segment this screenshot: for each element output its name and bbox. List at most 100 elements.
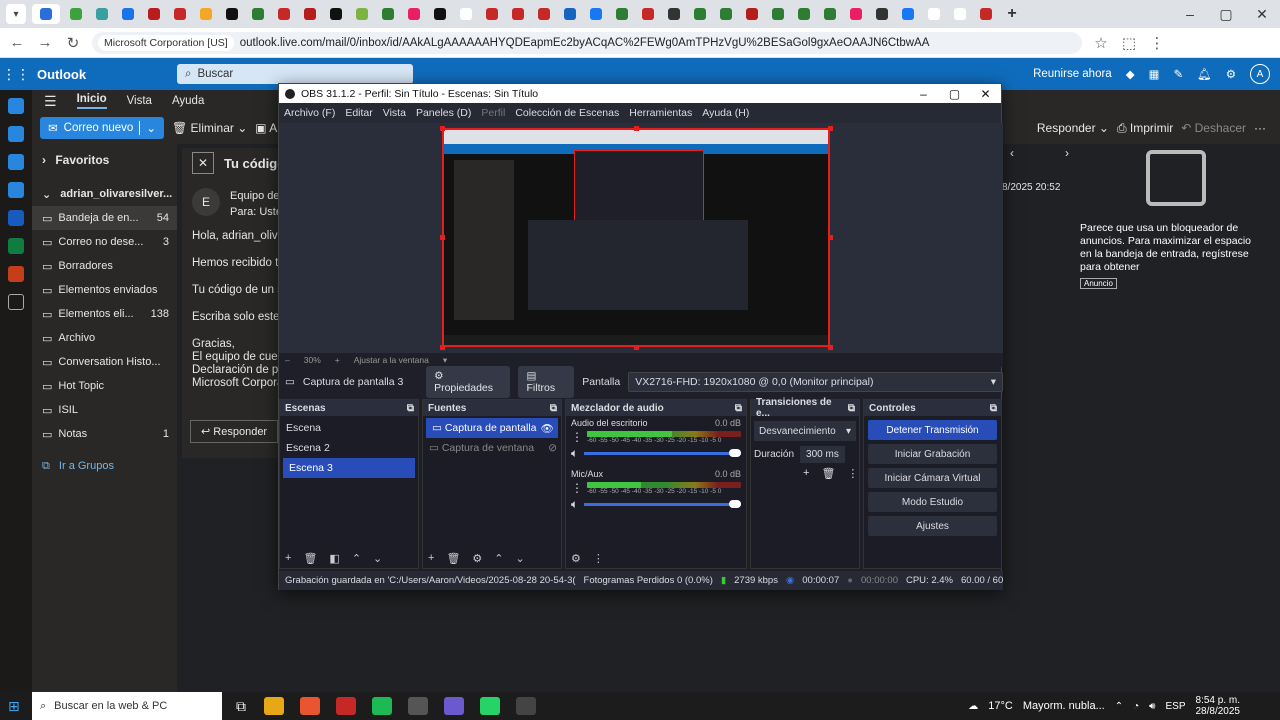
folder-item[interactable]: ▭ Correo no dese... 3 <box>32 230 177 254</box>
more-icon[interactable]: ··· <box>1254 121 1280 135</box>
resize-handle[interactable] <box>828 345 833 350</box>
volume-icon[interactable]: 🔊︎ <box>1149 701 1155 712</box>
compose-icon[interactable]: ✎ <box>1173 67 1183 81</box>
folder-item[interactable]: ▭ Borradores <box>32 254 177 278</box>
extensions-icon[interactable]: ⬚ <box>1120 34 1138 52</box>
obs-menu-item[interactable]: Perfil <box>481 107 505 119</box>
clock[interactable]: 8:54 p. m. 28/8/2025 <box>1196 695 1241 717</box>
browser-tab[interactable] <box>404 4 424 24</box>
undock-icon[interactable]: ⧉ <box>550 403 557 414</box>
undock-icon[interactable]: ⧉ <box>735 403 742 414</box>
reload-icon[interactable]: ↻ <box>64 34 82 52</box>
browser-tab[interactable] <box>430 4 450 24</box>
folder-item[interactable]: ▭ Notas 1 <box>32 422 177 446</box>
mail-icon[interactable] <box>8 98 24 114</box>
browser-tab[interactable] <box>326 4 346 24</box>
more-icon[interactable]: ⋮ <box>571 430 583 444</box>
favorites-header[interactable]: › Favoritos <box>32 148 177 172</box>
browser-tab[interactable] <box>690 4 710 24</box>
new-tab-button[interactable]: + <box>1002 4 1022 24</box>
resize-handle[interactable] <box>828 126 833 131</box>
obs-menu-item[interactable]: Archivo (F) <box>284 107 335 119</box>
browser-tab[interactable] <box>274 4 294 24</box>
trash-icon[interactable]: 🗑︎ <box>821 467 835 480</box>
app-launcher-icon[interactable]: ⋮⋮ <box>0 66 32 83</box>
weather-desc[interactable]: Mayorm. nubla... <box>1023 700 1105 712</box>
gear-icon[interactable]: ⚙ <box>472 552 482 565</box>
delete-button[interactable]: 🗑︎ Eliminar ⌄ <box>172 121 247 135</box>
browser-tab[interactable] <box>742 4 762 24</box>
browser-tab[interactable] <box>118 4 138 24</box>
browser-tab[interactable] <box>248 4 268 24</box>
more-icon[interactable]: ⋮ <box>847 467 858 480</box>
scene-item[interactable]: Escena <box>280 418 418 438</box>
chevron-down-icon[interactable]: ▾ <box>443 355 447 366</box>
resize-handle[interactable] <box>634 126 639 131</box>
filter-icon[interactable]: ◧ <box>329 552 339 565</box>
browser-tab[interactable] <box>508 4 528 24</box>
menu-icon[interactable]: ⋮ <box>1148 34 1166 52</box>
powerpoint-icon[interactable] <box>8 266 24 282</box>
folder-item[interactable]: ▭ ISIL <box>32 398 177 422</box>
browser-tab[interactable] <box>586 4 606 24</box>
zoom-in-icon[interactable]: + <box>335 355 340 365</box>
obs-menu-item[interactable]: Ayuda (H) <box>702 107 749 119</box>
word-icon[interactable] <box>8 210 24 226</box>
close-icon[interactable]: ✕ <box>192 152 214 174</box>
todo-icon[interactable] <box>8 182 24 198</box>
browser-tab[interactable] <box>144 4 164 24</box>
zoom-out-icon[interactable]: – <box>285 355 290 365</box>
browser-tab[interactable] <box>378 4 398 24</box>
browser-tab[interactable] <box>456 4 476 24</box>
site-info-chip[interactable]: Microsoft Corporation [US] <box>98 34 234 51</box>
resize-handle[interactable] <box>440 235 445 240</box>
down-icon[interactable]: ⌄ <box>516 552 525 565</box>
browser-tab[interactable] <box>950 4 970 24</box>
chevron-down-icon[interactable]: ⌄ <box>139 121 156 135</box>
taskbar-app-icon[interactable] <box>264 697 284 715</box>
browser-tab[interactable] <box>222 4 242 24</box>
folder-item[interactable]: ▭ Elementos enviados <box>32 278 177 302</box>
undock-icon[interactable]: ⧉ <box>990 403 997 414</box>
screen-select[interactable]: VX2716-FHD: 1920x1080 @ 0,0 (Monitor pri… <box>628 372 1003 392</box>
close-icon[interactable]: ✕ <box>1244 6 1280 23</box>
print-button[interactable]: ⎙ Imprimir <box>1117 121 1173 136</box>
browser-tab[interactable] <box>66 4 86 24</box>
folder-item[interactable]: ▭ Archivo <box>32 326 177 350</box>
undock-icon[interactable]: ⧉ <box>407 403 414 414</box>
gear-icon[interactable]: ⚙ <box>571 552 581 565</box>
back-icon[interactable]: ← <box>8 34 26 51</box>
browser-tab[interactable] <box>924 4 944 24</box>
network-icon[interactable]: ◔ <box>1133 701 1139 712</box>
obs-menu-item[interactable]: Vista <box>383 107 406 119</box>
taskbar-app-icon[interactable] <box>372 697 392 715</box>
taskbar-app-icon[interactable] <box>444 697 464 715</box>
taskbar-app-icon[interactable] <box>516 697 536 715</box>
obs-menu-item[interactable]: Herramientas <box>629 107 692 119</box>
folder-item[interactable]: ▭ Conversation Histo... <box>32 350 177 374</box>
browser-tab[interactable] <box>612 4 632 24</box>
volume-slider[interactable] <box>584 449 741 457</box>
add-icon[interactable]: + <box>428 552 434 565</box>
weather-temp[interactable]: 17°C <box>988 700 1013 712</box>
browser-tab[interactable] <box>976 4 996 24</box>
browser-tab[interactable] <box>768 4 788 24</box>
undo-button[interactable]: ↶ Deshacer <box>1181 121 1246 135</box>
avatar[interactable]: A <box>1250 64 1270 84</box>
language-indicator[interactable]: ESP <box>1165 701 1185 712</box>
meet-now-button[interactable]: Reunirse ahora <box>1033 68 1112 80</box>
filters-button[interactable]: ▤ Filtros <box>518 366 575 398</box>
new-mail-button[interactable]: ✉ Correo nuevo ⌄ <box>40 117 164 139</box>
folder-item[interactable]: ▭ Bandeja de en... 54 <box>32 206 177 230</box>
browser-tab[interactable] <box>32 4 60 24</box>
office-icon[interactable]: ▦ <box>1149 67 1160 81</box>
more-icon[interactable]: ⋮ <box>593 552 604 565</box>
browser-tab[interactable] <box>352 4 372 24</box>
capture-preview[interactable] <box>442 128 830 347</box>
volume-slider[interactable] <box>584 500 741 508</box>
transition-select[interactable]: Desvanecimiento ▾ <box>754 421 856 441</box>
calendar-icon[interactable] <box>8 126 24 142</box>
trash-icon[interactable]: 🗑︎ <box>303 552 317 565</box>
volume-icon[interactable]: 🔈︎ <box>571 446 578 461</box>
forward-icon[interactable]: → <box>36 34 54 51</box>
